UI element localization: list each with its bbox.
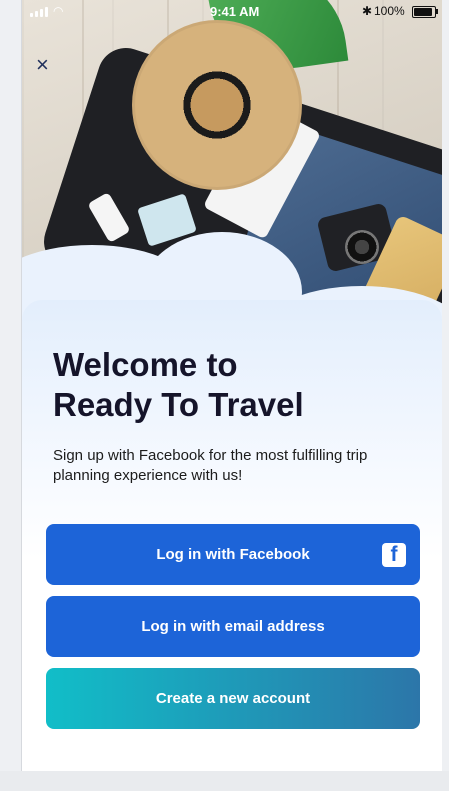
facebook-icon: f [382, 543, 406, 567]
phone-screen: ◠ 9:41 AM ✱ 100% × Welcome to Ready To T… [22, 0, 442, 771]
page-subtitle: Sign up with Facebook for the most fulfi… [53, 447, 368, 484]
signal-bar [45, 7, 48, 17]
battery-tip [436, 9, 438, 14]
signal-bar [40, 9, 43, 17]
facebook-login-button[interactable]: Log in with Facebook f [46, 524, 420, 585]
status-time: 9:41 AM [210, 4, 260, 19]
facebook-login-label: Log in with Facebook [156, 546, 310, 563]
close-icon[interactable]: × [36, 54, 58, 76]
title-line-2: Ready To Travel [53, 386, 304, 423]
straw-hat-illustration [132, 20, 302, 190]
signal-bar [30, 13, 33, 17]
create-account-button[interactable]: Create a new account [46, 668, 420, 729]
wifi-icon: ◠ [53, 4, 64, 18]
title-line-1: Welcome to [53, 346, 238, 383]
bluetooth-icon: ✱ [362, 4, 373, 18]
email-login-button[interactable]: Log in with email address [46, 596, 420, 657]
bottom-area [0, 771, 449, 791]
create-account-label: Create a new account [155, 690, 311, 707]
status-bar: ◠ 9:41 AM ✱ 100% [22, 0, 442, 22]
signal-icon [30, 7, 50, 17]
battery-percentage: 100% [374, 4, 405, 18]
battery-fill [414, 8, 432, 16]
email-login-label: Log in with email address [141, 618, 325, 635]
signal-bar [35, 11, 38, 17]
page-title: Welcome to Ready To Travel [53, 345, 413, 425]
battery-icon [412, 6, 436, 18]
camera-lens [345, 230, 379, 264]
